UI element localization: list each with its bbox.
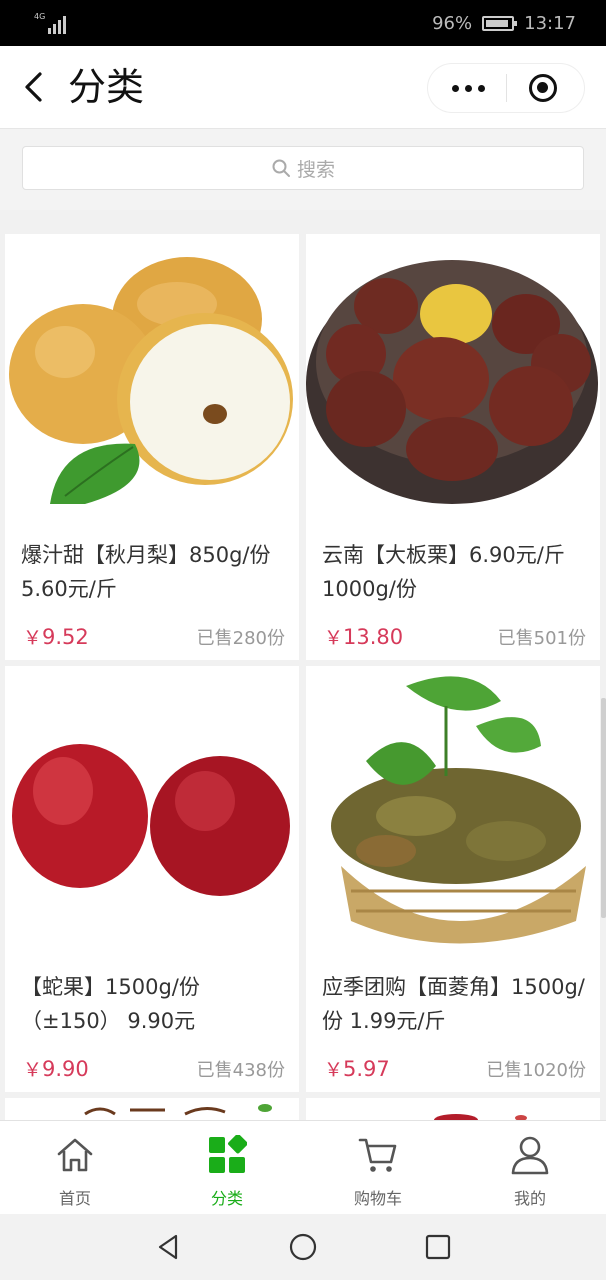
tab-cart[interactable]: 购物车 — [303, 1121, 453, 1215]
system-recents-icon[interactable] — [423, 1232, 453, 1262]
product-card[interactable]: 云南【大板栗】6.90元/斤1000g/份 ￥13.80 已售501份 — [306, 234, 600, 660]
water-caltrop-image — [306, 666, 600, 962]
chestnut-image — [306, 234, 600, 530]
sold-count: 已售501份 — [497, 628, 586, 649]
clock: 13:17 — [524, 12, 576, 34]
scrollbar[interactable] — [601, 698, 606, 918]
apple-image — [5, 666, 299, 962]
battery-icon — [482, 15, 518, 31]
category-icon — [209, 1135, 247, 1173]
search-area: 搜索 — [0, 128, 606, 210]
product-price: ￥13.80 — [324, 625, 404, 649]
product-name: 爆汁甜【秋月梨】850g/份 5.60元/斤 — [21, 543, 271, 601]
page-title: 分类 — [68, 65, 145, 109]
home-icon — [57, 1138, 93, 1172]
product-card-partial[interactable] — [5, 1098, 299, 1120]
tab-bar: 首页 分类 购物车 我的 — [0, 1120, 606, 1214]
product-card[interactable]: 【蛇果】1500g/份（±150） 9.90元 ￥9.90 已售438份 — [5, 666, 299, 1092]
search-icon — [272, 159, 290, 177]
more-options-icon[interactable] — [448, 82, 488, 94]
search-input[interactable]: 搜索 — [22, 146, 584, 190]
signal-icon: 4G — [34, 12, 68, 34]
mini-program-capsule — [428, 64, 584, 112]
product-price: ￥9.52 — [23, 625, 89, 649]
tab-category[interactable]: 分类 — [152, 1121, 302, 1215]
back-arrow-icon[interactable] — [18, 68, 52, 106]
battery-percent: 96% — [432, 12, 473, 34]
pear-image — [5, 234, 299, 530]
sold-count: 已售1020份 — [486, 1060, 586, 1081]
system-back-icon[interactable] — [154, 1232, 184, 1262]
system-home-icon[interactable] — [288, 1232, 318, 1262]
product-image-partial — [5, 1098, 299, 1120]
tab-label: 我的 — [513, 1189, 546, 1208]
product-name: 应季团购【面菱角】1500g/份 1.99元/斤 — [322, 975, 585, 1033]
search-placeholder: 搜索 — [296, 158, 335, 181]
tab-label: 首页 — [58, 1189, 91, 1208]
product-image-partial — [306, 1098, 600, 1120]
status-bar: 4G 96% 13:17 — [0, 0, 606, 46]
product-price: ￥5.97 — [324, 1057, 390, 1081]
product-card-partial[interactable] — [306, 1098, 600, 1120]
close-mini-program-icon[interactable] — [529, 74, 557, 102]
product-name: 云南【大板栗】6.90元/斤1000g/份 — [322, 543, 565, 601]
tab-label: 分类 — [210, 1189, 243, 1208]
nav-bar: 分类 — [0, 46, 606, 128]
cart-icon — [358, 1138, 397, 1172]
network-type: 4G — [34, 12, 46, 21]
system-navigation-bar — [0, 1214, 606, 1280]
product-name: 【蛇果】1500g/份（±150） 9.90元 — [21, 975, 200, 1033]
sold-count: 已售280份 — [196, 628, 285, 649]
tab-profile[interactable]: 我的 — [455, 1121, 605, 1215]
tab-label: 购物车 — [353, 1189, 402, 1208]
product-card[interactable]: 应季团购【面菱角】1500g/份 1.99元/斤 ￥5.97 已售1020份 — [306, 666, 600, 1092]
sold-count: 已售438份 — [196, 1060, 285, 1081]
product-card[interactable]: 爆汁甜【秋月梨】850g/份 5.60元/斤 ￥9.52 已售280份 — [5, 234, 299, 660]
product-grid: 爆汁甜【秋月梨】850g/份 5.60元/斤 ￥9.52 已售280份 云南【大… — [0, 228, 606, 1120]
tab-home[interactable]: 首页 — [0, 1121, 150, 1215]
product-price: ￥9.90 — [23, 1057, 89, 1081]
user-icon — [511, 1136, 549, 1175]
